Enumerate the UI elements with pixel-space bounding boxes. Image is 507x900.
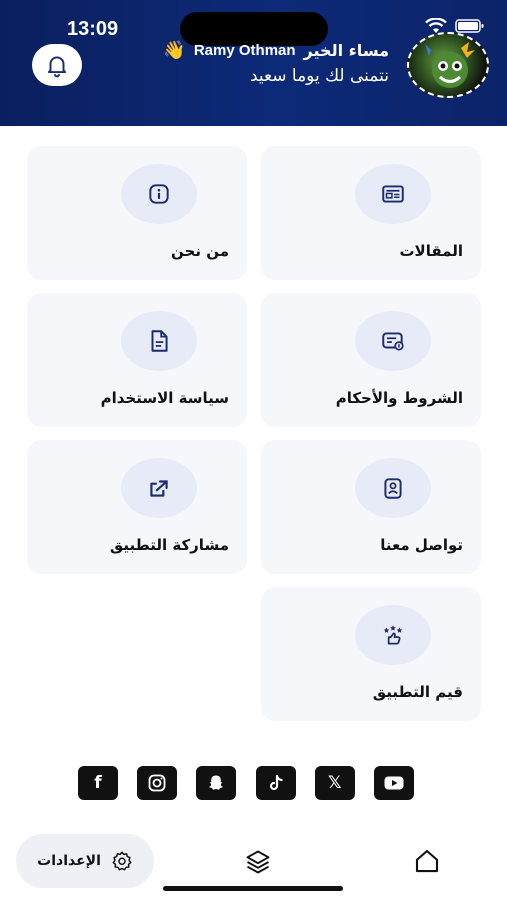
card-label: المقالات bbox=[399, 242, 463, 260]
social-links: f 𝕏 bbox=[78, 766, 414, 802]
card-label: تواصل معنا bbox=[380, 536, 463, 554]
card-label: من نحن bbox=[171, 242, 229, 260]
tiktok-icon[interactable] bbox=[255, 766, 296, 800]
user-name: Ramy Othman bbox=[193, 42, 296, 59]
nav-settings-label: الإعدادات bbox=[37, 853, 101, 869]
avatar[interactable] bbox=[407, 32, 489, 98]
battery-icon bbox=[455, 19, 484, 33]
card-rate-app[interactable]: قيم التطبيق bbox=[261, 587, 481, 721]
card-about-us[interactable]: من نحن bbox=[27, 146, 247, 280]
card-terms[interactable]: الشروط والأحكام bbox=[261, 293, 481, 427]
x-icon[interactable]: 𝕏 bbox=[314, 766, 355, 800]
home-indicator bbox=[163, 886, 343, 891]
home-icon bbox=[415, 849, 439, 873]
newspaper-icon bbox=[382, 185, 404, 203]
screen: 13:09 مساء الخير Ramy Othman 👋 نتمنى لك … bbox=[0, 0, 507, 900]
greeting-line: مساء الخير Ramy Othman 👋 bbox=[163, 40, 389, 61]
info-icon bbox=[149, 184, 169, 204]
instagram-icon[interactable] bbox=[137, 766, 178, 800]
greeting-text: مساء الخير bbox=[303, 41, 389, 60]
notifications-button[interactable] bbox=[32, 44, 82, 86]
card-label: قيم التطبيق bbox=[372, 683, 463, 701]
terms-icon bbox=[382, 332, 404, 351]
card-usage-policy[interactable]: سياسة الاستخدام bbox=[27, 293, 247, 427]
snapchat-icon[interactable] bbox=[196, 766, 237, 800]
avatar-image bbox=[425, 42, 475, 88]
facebook-icon[interactable]: f bbox=[78, 766, 118, 800]
layers-icon bbox=[246, 850, 270, 874]
share-icon bbox=[150, 480, 168, 497]
gear-icon bbox=[112, 851, 132, 871]
card-label: سياسة الاستخدام bbox=[100, 389, 229, 407]
bell-icon bbox=[47, 56, 67, 78]
contact-icon bbox=[384, 478, 402, 499]
nav-home[interactable] bbox=[412, 846, 442, 880]
card-label: مشاركة التطبيق bbox=[109, 536, 229, 554]
greeting-subtitle: نتمنى لك يوما سعيد bbox=[249, 66, 389, 86]
document-icon bbox=[151, 330, 168, 352]
wave-emoji: 👋 bbox=[163, 40, 186, 61]
status-time: 13:09 bbox=[67, 18, 119, 40]
card-label: الشروط والأحكام bbox=[335, 389, 463, 407]
header: 13:09 مساء الخير Ramy Othman 👋 نتمنى لك … bbox=[0, 0, 507, 126]
nav-services[interactable] bbox=[244, 848, 272, 880]
card-contact-us[interactable]: تواصل معنا bbox=[261, 440, 481, 574]
rate-icon bbox=[383, 625, 403, 645]
nav-settings[interactable]: الإعدادات bbox=[16, 834, 154, 888]
card-share-app[interactable]: مشاركة التطبيق bbox=[27, 440, 247, 574]
card-articles[interactable]: المقالات bbox=[261, 146, 481, 280]
youtube-icon[interactable] bbox=[373, 766, 414, 800]
